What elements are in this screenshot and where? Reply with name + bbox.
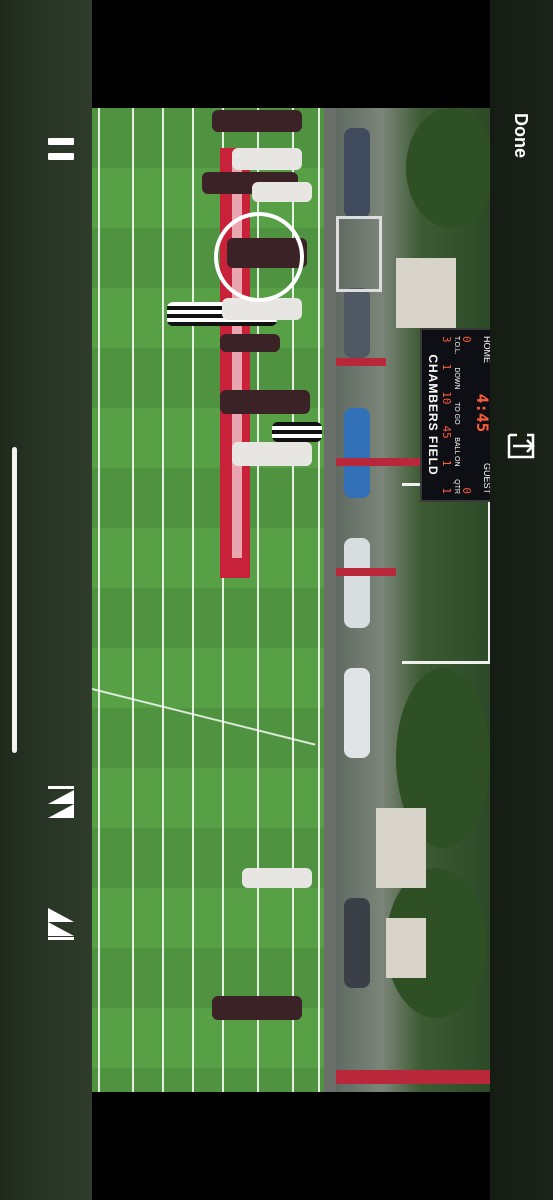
- game-clock: 4:45: [473, 393, 490, 433]
- player: [220, 334, 280, 352]
- player: [252, 182, 312, 202]
- player: [232, 148, 302, 170]
- ball-on-label: BALL ON: [453, 437, 460, 467]
- tol-label: T.O.L.: [453, 336, 460, 355]
- player: [212, 996, 302, 1020]
- down-label: DOWN: [453, 367, 460, 390]
- player: [232, 442, 312, 466]
- player: [242, 868, 312, 888]
- referee: [272, 422, 322, 442]
- home-score: 0: [460, 336, 473, 343]
- done-label: Done: [510, 112, 531, 158]
- down-value: 1: [440, 363, 453, 371]
- qtr-value: 1: [440, 459, 453, 467]
- guest-score: 0: [460, 487, 473, 494]
- venue-name: CHAMBERS FIELD: [426, 354, 440, 476]
- tol-guest: 1: [440, 487, 453, 494]
- skip-back-icon[interactable]: [46, 784, 76, 824]
- video-frame[interactable]: HOME 4:45 GUEST 0 0 T.O.L. DOWN TO GO BA…: [92, 108, 490, 1092]
- ball-on-value: 45: [440, 425, 453, 439]
- skip-forward-icon[interactable]: [46, 902, 76, 942]
- qtr-label: QTR: [453, 479, 460, 494]
- to-go-value: 10: [440, 391, 453, 405]
- tol-home: 3: [440, 336, 453, 343]
- player-highlight-circle: [214, 212, 304, 302]
- volume-slider[interactable]: [12, 447, 17, 753]
- home-label: HOME: [482, 336, 490, 363]
- pause-icon[interactable]: [48, 138, 74, 162]
- playback-controls-bar: [0, 0, 92, 1200]
- player: [212, 110, 302, 132]
- stadium-background: [336, 108, 490, 1092]
- done-button[interactable]: Done: [500, 105, 540, 165]
- share-icon[interactable]: [503, 427, 541, 465]
- to-go-label: TO GO: [453, 402, 460, 425]
- top-bar: Done: [490, 0, 553, 1200]
- top-letterbox: [92, 0, 492, 108]
- scoreboard: HOME 4:45 GUEST 0 0 T.O.L. DOWN TO GO BA…: [420, 328, 490, 502]
- player: [220, 390, 310, 414]
- bottom-letterbox: [92, 1092, 492, 1200]
- guest-label: GUEST: [482, 462, 490, 494]
